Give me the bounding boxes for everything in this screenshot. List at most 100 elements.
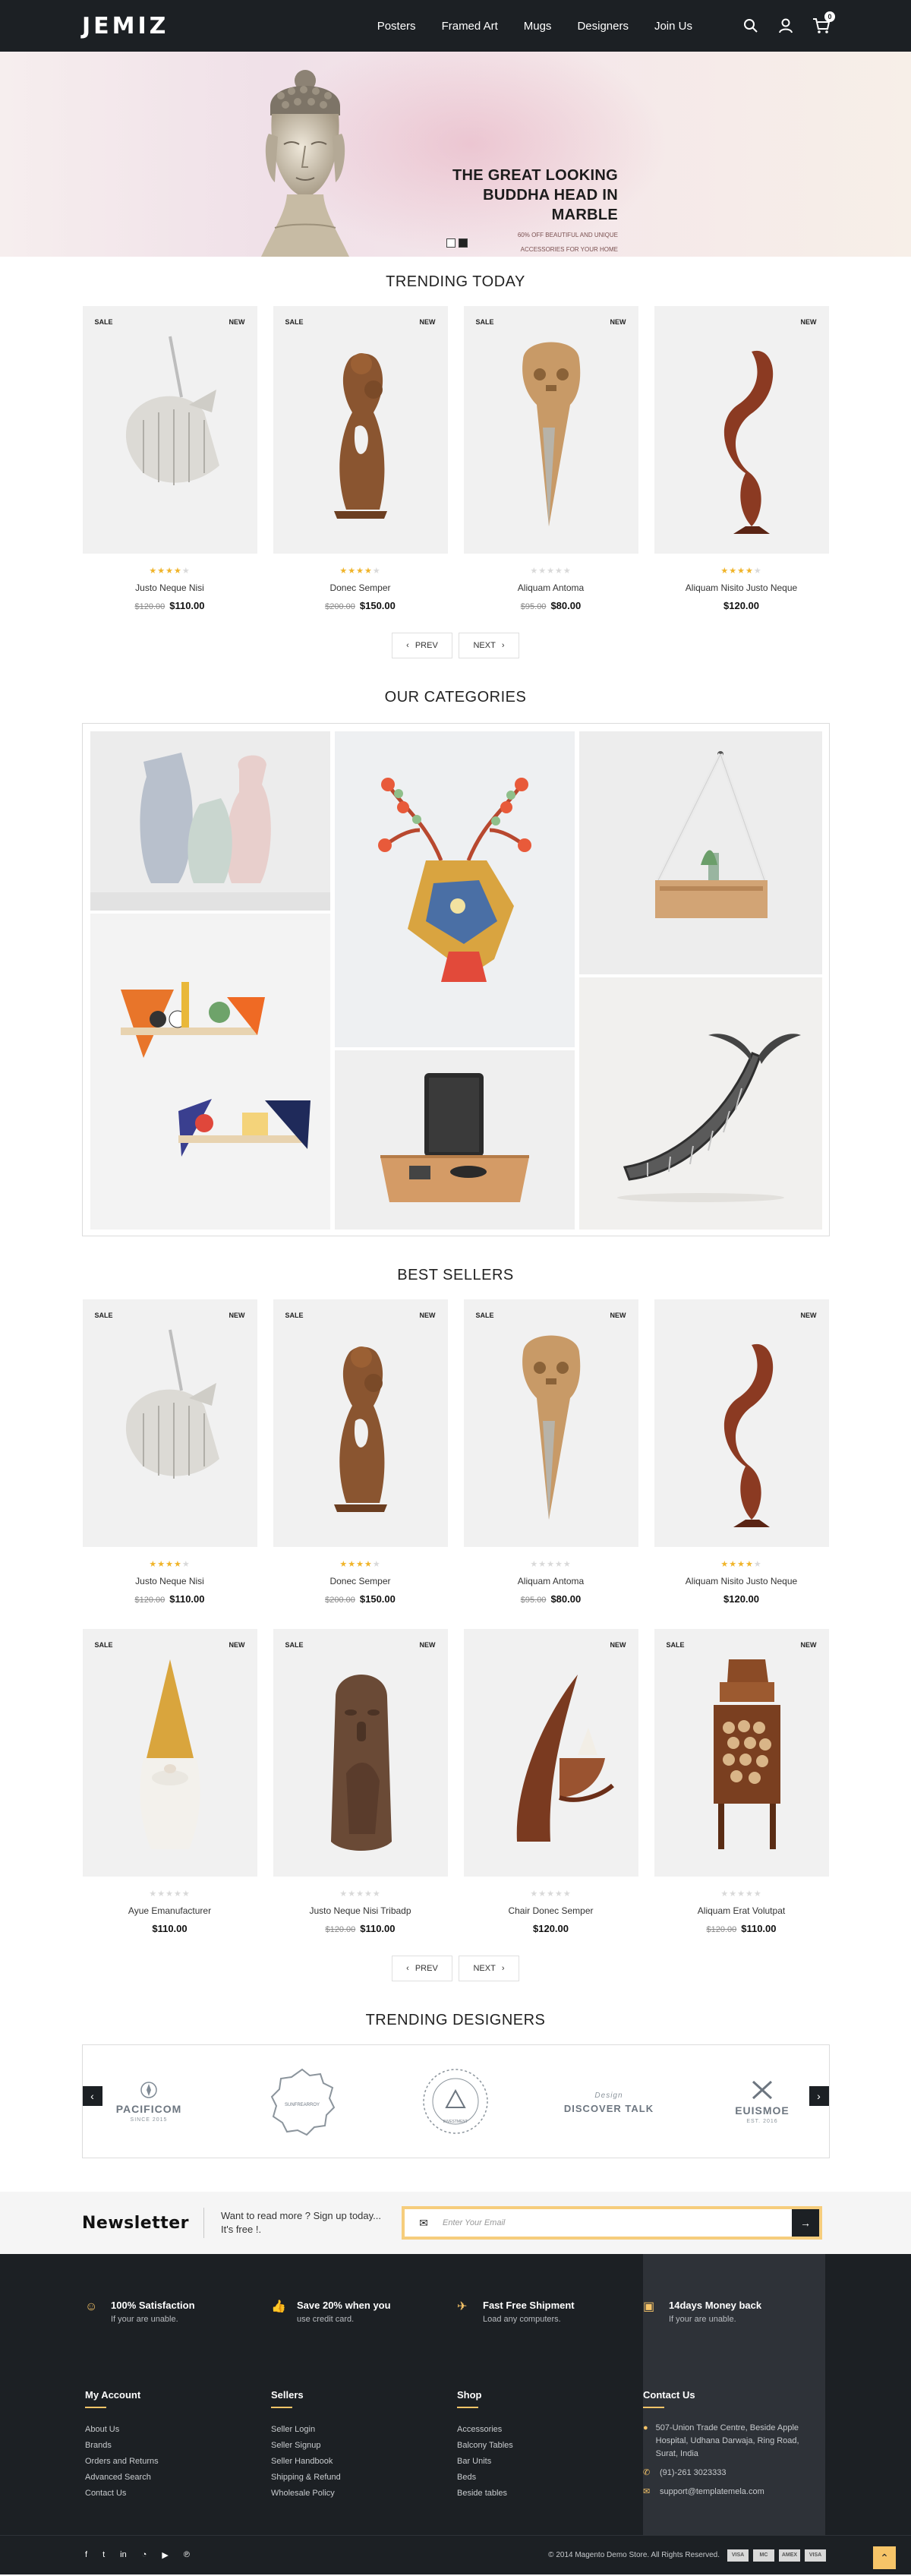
site-logo[interactable]: JEMIZ [82,13,169,39]
nav-join-us[interactable]: Join Us [654,20,692,33]
product-name[interactable]: Aliquam Antoma [464,582,638,593]
nav-mugs[interactable]: Mugs [524,20,552,33]
footer-link-accessories[interactable]: Accessories [457,2422,643,2438]
next-button[interactable]: NEXT › [459,1956,519,1981]
product-card[interactable]: SALE NEW ★★★★★ Justo Neque Nisi Tribadp $120… [273,1629,448,1934]
nav-posters[interactable]: Posters [377,20,416,33]
product-card[interactable]: SALE NEW ★★★★★ Ayue Emanufacturer $110.00 [82,1629,257,1934]
facebook-icon[interactable]: f [85,2550,87,2560]
product-image[interactable]: NEW [463,1629,638,1877]
product-card[interactable]: SALE NEW ★★★★★ Donec Semper $200.00 $150.00 [273,1299,448,1605]
rating-stars: ★★★★★ [273,1889,448,1899]
footer-link-beside-tables[interactable]: Beside tables [457,2486,643,2502]
user-icon[interactable] [777,17,794,34]
product-card[interactable]: SALE NEW ★★★★★ Justo Neque Nisi $120.00 $110.… [82,1299,257,1605]
hero-banner[interactable]: THE GREAT LOOKING BUDDHA HEAD IN MARBLE … [0,52,911,257]
carousel-prev-arrow[interactable]: ‹ [82,2086,102,2106]
product-name[interactable]: Aliquam Nisito Justo Neque [654,1576,829,1586]
product-image[interactable]: SALE NEW [82,1299,257,1547]
new-badge: NEW [229,1641,245,1649]
carousel-next-arrow[interactable]: › [809,2086,829,2106]
product-name[interactable]: Justo Neque Nisi [83,1576,257,1586]
current-price: $110.00 [741,1923,777,1934]
footer-link-wholesale-policy[interactable]: Wholesale Policy [271,2486,457,2502]
contact-phone-text[interactable]: (91)-261 3023333 [660,2467,726,2480]
footer-link-brands[interactable]: Brands [85,2438,271,2454]
brand-tagline: SINCE 2015 [130,2117,168,2123]
product-image[interactable]: SALE NEW [273,306,448,554]
product-image[interactable]: NEW [654,306,829,554]
newsletter-email-input[interactable] [443,2209,792,2237]
product-image[interactable]: SALE NEW [273,1299,448,1547]
product-card[interactable]: SALE NEW ★★★★★ Aliquam Antoma $95.00 $80.00 [463,306,638,611]
product-name[interactable]: Aliquam Antoma [464,1576,638,1586]
twitter-icon[interactable]: t [102,2550,105,2560]
product-card[interactable]: NEW ★★★★★ Aliquam Nisito Justo Neque $120.0… [654,306,829,611]
product-image[interactable]: SALE NEW [273,1629,448,1877]
product-name[interactable]: Aliquam Nisito Justo Neque [654,582,829,593]
product-image[interactable]: SALE NEW [654,1629,829,1877]
footer-link-about-us[interactable]: About Us [85,2422,271,2438]
category-sculptures[interactable] [578,977,822,1230]
rss-icon[interactable]: ◔ [142,2550,147,2560]
newsletter-submit-button[interactable]: → [792,2209,819,2237]
product-name[interactable]: Justo Neque Nisi Tribadp [273,1905,448,1916]
footer-link-bar-units[interactable]: Bar Units [457,2454,643,2470]
footer-link-seller-signup[interactable]: Seller Signup [271,2438,457,2454]
category-organizers[interactable] [334,1050,575,1230]
brand-logo[interactable]: SUNFREARROY [248,2056,356,2147]
sale-badge: SALE [475,1312,494,1319]
product-card[interactable]: SALE NEW ★★★★★ Aliquam Erat Volutpat $120.00… [654,1629,829,1934]
product-card[interactable]: NEW ★★★★★ Chair Donec Semper $120.00 [463,1629,638,1934]
search-icon[interactable] [742,17,759,34]
chevron-right-icon: › [501,641,505,650]
footer-link-beds[interactable]: Beds [457,2470,643,2486]
product-card[interactable]: SALE NEW ★★★★★ Justo Neque Nisi $120.00 $110.… [82,306,257,611]
youtube-icon[interactable]: ▶ [162,2550,168,2560]
product-image[interactable]: SALE NEW [82,1629,257,1877]
prev-button[interactable]: ‹ PREV [392,633,452,658]
product-name[interactable]: Ayue Emanufacturer [83,1905,257,1916]
footer-link-advanced-search[interactable]: Advanced Search [85,2470,271,2486]
footer-link-seller-login[interactable]: Seller Login [271,2422,457,2438]
contact-email-link[interactable]: support@templatemela.com [660,2486,764,2499]
footer-link-shipping-refund[interactable]: Shipping & Refund [271,2470,457,2486]
brand-logo[interactable]: PACIFICOM SINCE 2015 [95,2056,203,2147]
product-name[interactable]: Donec Semper [273,1576,448,1586]
product-card[interactable]: SALE NEW ★★★★★ Donec Semper $200.00 $150.00 [273,306,448,611]
category-vases[interactable] [90,731,330,911]
pinterest-icon[interactable]: ℗ [184,2550,190,2560]
slider-dot-2[interactable] [459,238,468,248]
product-price: $120.00 [464,1923,638,1934]
category-wall-art[interactable] [334,731,575,1047]
footer-link-contact-us[interactable]: Contact Us [85,2486,271,2502]
product-image[interactable]: NEW [654,1299,829,1547]
prev-button[interactable]: ‹ PREV [392,1956,452,1981]
product-image[interactable]: SALE NEW [82,306,257,554]
linkedin-icon[interactable]: in [120,2550,127,2560]
product-card[interactable]: SALE NEW ★★★★★ Aliquam Antoma $95.00 $80.00 [463,1299,638,1605]
product-name[interactable]: Justo Neque Nisi [83,582,257,593]
product-image[interactable]: SALE NEW [463,306,638,554]
contact-email: ✉ support@templatemela.com [643,2486,802,2499]
next-button[interactable]: NEXT › [459,633,519,658]
slider-dot-1[interactable] [446,238,456,248]
category-hanging-planters[interactable] [578,731,822,974]
brand-logo[interactable]: Design DISCOVER TALK [555,2056,663,2147]
footer-link-balcony-tables[interactable]: Balcony Tables [457,2438,643,2454]
scroll-to-top-button[interactable]: ⌃ [873,2546,896,2569]
brand-logo[interactable]: EUISMOE EST. 2016 [708,2056,816,2147]
footer-link-seller-handbook[interactable]: Seller Handbook [271,2454,457,2470]
star-icon: ★ [339,1560,348,1569]
brand-logo[interactable]: INVESTMENT [402,2056,509,2147]
nav-framed-art[interactable]: Framed Art [442,20,498,33]
product-name[interactable]: Donec Semper [273,582,448,593]
product-name[interactable]: Aliquam Erat Volutpat [654,1905,829,1916]
footer-link-orders-returns[interactable]: Orders and Returns [85,2454,271,2470]
product-card[interactable]: NEW ★★★★★ Aliquam Nisito Justo Neque $120.0… [654,1299,829,1605]
product-name[interactable]: Chair Donec Semper [464,1905,638,1916]
product-image[interactable]: SALE NEW [463,1299,638,1547]
nav-designers[interactable]: Designers [577,20,629,33]
cart-icon[interactable]: 0 [812,11,835,34]
category-shelves[interactable] [90,914,330,1230]
